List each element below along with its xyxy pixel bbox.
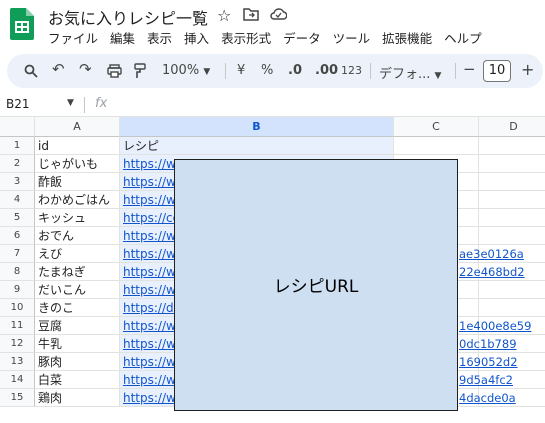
number-format-button[interactable]: 123 <box>341 64 362 77</box>
recipe-url-drawing-box[interactable]: レシピURL <box>174 159 458 411</box>
menu-extensions[interactable]: 拡張機能 <box>382 31 432 46</box>
search-icon[interactable] <box>24 64 38 78</box>
menu-view[interactable]: 表示 <box>147 31 172 46</box>
cell-a[interactable]: id <box>35 137 120 155</box>
recipe-url-label: レシピURL <box>273 277 359 297</box>
cell-a[interactable]: 白菜 <box>35 371 120 389</box>
url-overflow-text[interactable]: 169052d2 <box>459 353 518 371</box>
row-header[interactable]: 6 <box>0 227 35 245</box>
cell-a[interactable]: 酢飯 <box>35 173 120 191</box>
toolbar: ↶ ↷ 100% ▼ ¥ % .0 .00 123 デフォ... ▼ − 10 … <box>7 54 543 88</box>
cell-c[interactable] <box>394 137 479 155</box>
cell-a[interactable]: キッシュ <box>35 209 120 227</box>
menu-edit[interactable]: 編集 <box>110 31 135 46</box>
row-header[interactable]: 8 <box>0 263 35 281</box>
font-size-input[interactable]: 10 <box>483 60 511 82</box>
row-header[interactable]: 10 <box>0 299 35 317</box>
increase-decimal-button[interactable]: .00 <box>315 63 338 78</box>
select-all-corner[interactable] <box>0 117 35 137</box>
url-overflow-text[interactable]: 1e400e8e59 <box>459 317 531 335</box>
menu-help[interactable]: ヘルプ <box>444 31 482 46</box>
url-overflow-text[interactable]: 4dacde0a <box>459 389 516 407</box>
header-label: レシピ <box>123 139 160 153</box>
cell-a[interactable]: 豆腐 <box>35 317 120 335</box>
url-overflow-text[interactable]: 22e468bd2 <box>459 263 525 281</box>
chevron-down-icon: ▼ <box>203 67 211 77</box>
cell-a[interactable]: おでん <box>35 227 120 245</box>
row-header[interactable]: 1 <box>0 137 35 155</box>
font-select[interactable]: デフォ... ▼ <box>379 63 441 82</box>
font-size-increase-button[interactable]: + <box>521 60 534 79</box>
cell-b[interactable]: レシピ <box>120 137 394 155</box>
row-header[interactable]: 3 <box>0 173 35 191</box>
cell-a[interactable]: たまねぎ <box>35 263 120 281</box>
formula-bar: B21 ▼ fx <box>0 93 545 117</box>
percent-button[interactable]: % <box>261 63 273 78</box>
document-title[interactable]: お気に入りレシピ一覧 <box>48 5 208 29</box>
row-header[interactable]: 4 <box>0 191 35 209</box>
row-header[interactable]: 14 <box>0 371 35 389</box>
zoom-select[interactable]: 100% ▼ <box>162 63 210 78</box>
chevron-down-icon: ▼ <box>434 71 442 81</box>
cloud-saved-icon[interactable] <box>270 7 287 20</box>
cell-a[interactable]: えび <box>35 245 120 263</box>
cell-d[interactable] <box>479 191 545 209</box>
currency-button[interactable]: ¥ <box>237 63 245 78</box>
url-overflow-text[interactable]: 9d5a4fc2 <box>459 371 513 389</box>
cell-d[interactable] <box>479 299 545 317</box>
menu-file[interactable]: ファイル <box>48 31 98 46</box>
column-header-d[interactable]: D <box>479 117 545 137</box>
row-header[interactable]: 12 <box>0 335 35 353</box>
fx-icon: fx <box>95 96 108 111</box>
column-header-a[interactable]: A <box>35 117 120 137</box>
url-overflow-text[interactable]: ae3e0126a <box>459 245 524 263</box>
cell-d[interactable] <box>479 155 545 173</box>
cell-d[interactable] <box>479 209 545 227</box>
cell-a[interactable]: 牛乳 <box>35 335 120 353</box>
row-header[interactable]: 9 <box>0 281 35 299</box>
move-folder-icon[interactable] <box>243 7 259 21</box>
menu-format[interactable]: 表示形式 <box>221 31 271 46</box>
font-size-decrease-button[interactable]: − <box>463 60 476 78</box>
column-header-b[interactable]: B <box>120 117 394 137</box>
row-header[interactable]: 5 <box>0 209 35 227</box>
cell-a[interactable]: じゃがいも <box>35 155 120 173</box>
cell-a[interactable]: きのこ <box>35 299 120 317</box>
paint-format-icon[interactable] <box>134 63 146 79</box>
row-header[interactable]: 11 <box>0 317 35 335</box>
cell-d[interactable] <box>479 227 545 245</box>
cell-a[interactable]: わかめごはん <box>35 191 120 209</box>
column-header-c[interactable]: C <box>394 117 479 137</box>
cell-d[interactable] <box>479 281 545 299</box>
cell-a[interactable]: 豚肉 <box>35 353 120 371</box>
cell-a[interactable]: 鶏肉 <box>35 389 120 407</box>
redo-icon[interactable]: ↷ <box>79 60 92 78</box>
star-icon[interactable]: ☆ <box>217 6 231 25</box>
cell-d[interactable] <box>479 173 545 191</box>
row-header[interactable]: 15 <box>0 389 35 407</box>
menu-bar: ファイル 編集 表示 挿入 表示形式 データ ツール 拡張機能 ヘルプ <box>48 28 494 47</box>
name-box[interactable]: B21 <box>6 97 30 111</box>
menu-insert[interactable]: 挿入 <box>184 31 209 46</box>
menu-tools[interactable]: ツール <box>333 31 371 46</box>
print-icon[interactable] <box>107 64 122 78</box>
undo-icon[interactable]: ↶ <box>52 60 65 78</box>
menu-data[interactable]: データ <box>283 31 321 46</box>
chevron-down-icon[interactable]: ▼ <box>67 98 74 108</box>
sheets-logo-icon[interactable] <box>10 8 34 40</box>
cell-d[interactable] <box>479 137 545 155</box>
decrease-decimal-button[interactable]: .0 <box>288 63 302 78</box>
url-overflow-text[interactable]: 0dc1b789 <box>459 335 517 353</box>
row-header[interactable]: 7 <box>0 245 35 263</box>
cell-a[interactable]: だいこん <box>35 281 120 299</box>
row-header[interactable]: 2 <box>0 155 35 173</box>
row-header[interactable]: 13 <box>0 353 35 371</box>
